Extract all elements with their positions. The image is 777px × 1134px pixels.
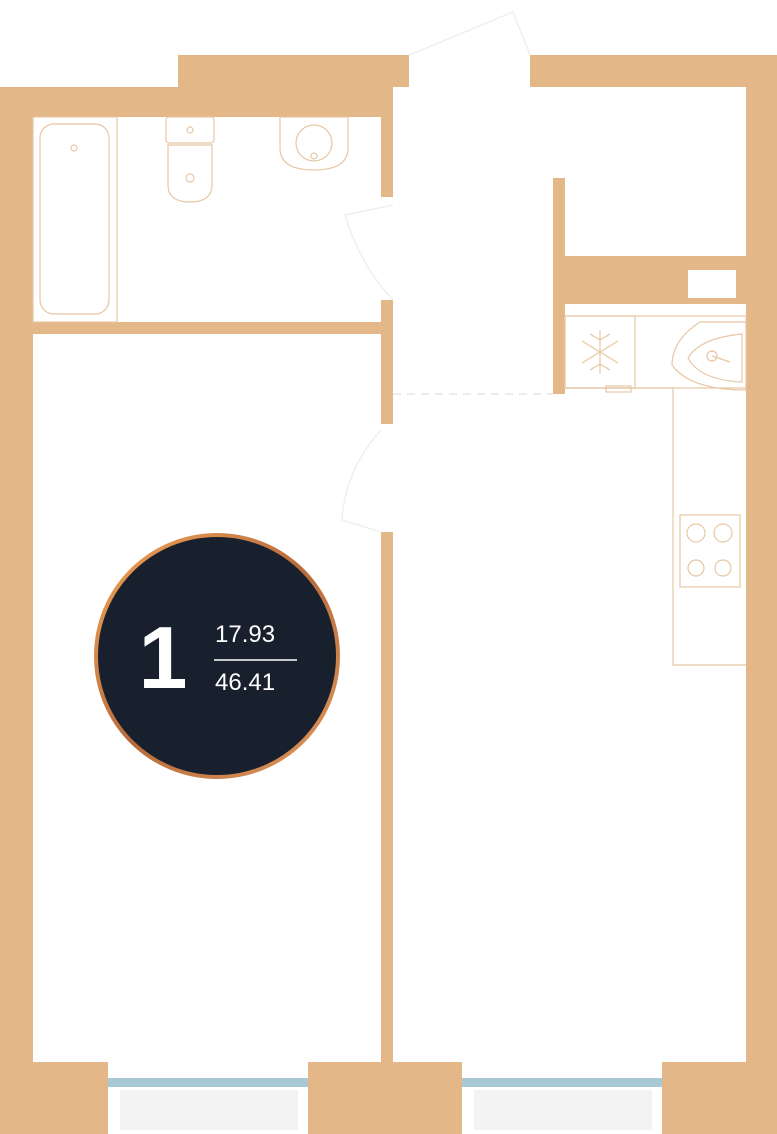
bedroom-door-arc — [341, 429, 382, 533]
toilet-icon — [165, 116, 215, 203]
window-bedroom-sill — [120, 1090, 298, 1130]
badge-total-area: 46.41 — [215, 669, 275, 696]
room-label-storage: 2.81 — [633, 155, 672, 177]
kitchen-sink-icon — [671, 321, 747, 391]
room-label-bedroom: 17.93 — [182, 909, 232, 931]
wall-bath-bottom — [33, 322, 393, 334]
apartment-badge: 1 17.93 46.41 — [94, 533, 340, 779]
wall-bottom-right — [652, 1062, 777, 1134]
badge-living-area: 17.93 — [215, 621, 275, 648]
room-label-hall: 5.42 — [451, 221, 490, 243]
wall-right-outer — [746, 55, 777, 1065]
floor-plan: 4.50 5.42 2.81 17.93 17.56 1 17.93 46.41 — [0, 0, 777, 1134]
bathroom-door-arc — [344, 204, 394, 301]
entrance-door-arc — [408, 11, 531, 56]
room-label-kitchen: 17.56 — [545, 851, 595, 873]
wall-left-outer — [0, 87, 33, 1134]
window-bedroom-glass — [108, 1078, 308, 1087]
bathtub-icon — [32, 116, 118, 323]
wall-bath-right-top — [381, 117, 393, 197]
wall-middle-upper — [381, 334, 393, 424]
badge-fill — [98, 537, 336, 775]
wall-top-left-block — [178, 55, 409, 87]
badge-room-count: 1 — [139, 608, 188, 707]
wall-bottom-mid — [300, 1062, 473, 1134]
window-kitchen-sill — [474, 1090, 652, 1130]
room-label-bathroom: 4.50 — [230, 253, 269, 275]
window-kitchen-glass — [462, 1078, 662, 1087]
floor-plan-drawing: 4.50 5.42 2.81 17.93 17.56 1 17.93 46.41 — [0, 11, 777, 1134]
wall-bottom-left — [0, 1062, 120, 1134]
fridge-icon — [564, 315, 636, 389]
wall-middle-lower — [381, 532, 393, 1065]
stove-icon — [679, 514, 741, 588]
wall-top-right — [530, 55, 777, 87]
washbasin-icon — [279, 116, 349, 171]
wall-storage-niche-cutout — [688, 270, 736, 298]
wall-top-outer-left — [0, 87, 393, 117]
